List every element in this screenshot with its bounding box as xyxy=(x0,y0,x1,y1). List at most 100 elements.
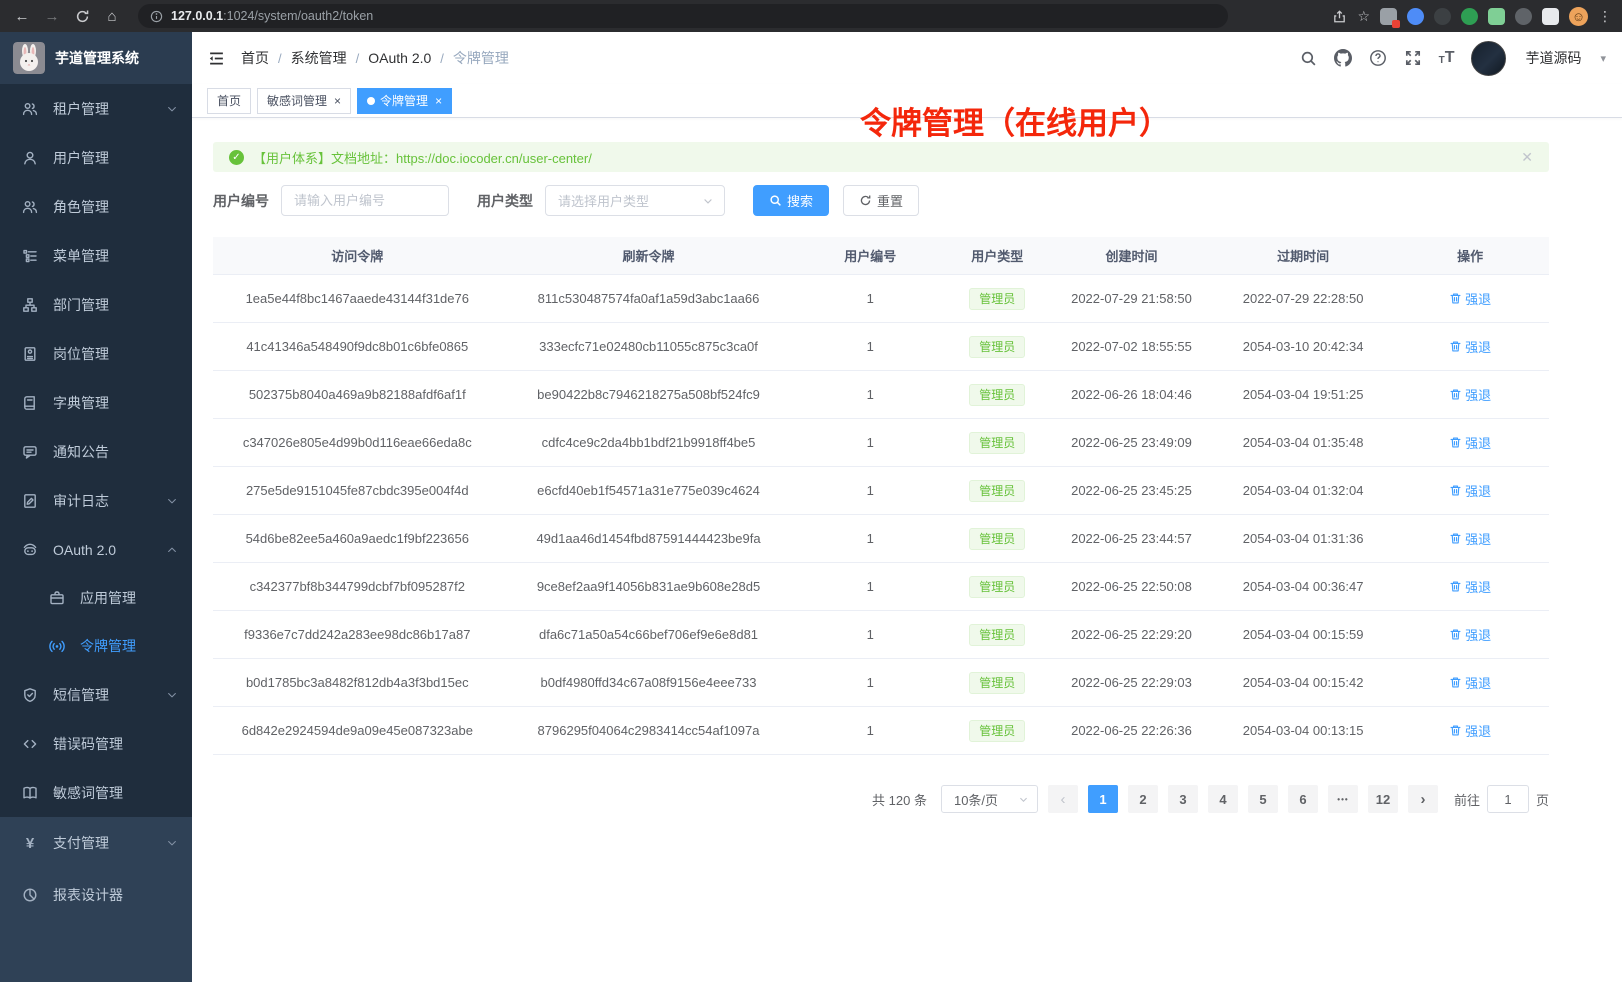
help-icon[interactable] xyxy=(1369,49,1387,67)
force-logout-link[interactable]: 强退 xyxy=(1449,721,1491,740)
page-button-12[interactable]: 12 xyxy=(1368,785,1398,813)
logo-bar[interactable]: 芋道管理系统 xyxy=(0,32,192,84)
refresh-token-cell: be90422b8c7946218275a508bf524fc9 xyxy=(502,387,796,402)
extension-blue-icon[interactable] xyxy=(1407,8,1424,25)
browser-menu-icon[interactable]: ⋮ xyxy=(1598,8,1612,25)
page-button-1[interactable]: 1 xyxy=(1088,785,1118,813)
sidebar-item-menu[interactable]: 菜单管理 xyxy=(0,231,192,280)
sidebar-item-report-designer[interactable]: 报表设计器 xyxy=(0,869,192,921)
create-time-cell: 2022-07-29 21:58:50 xyxy=(1049,291,1213,306)
trash-icon xyxy=(1449,532,1462,545)
breadcrumb-item[interactable]: OAuth 2.0 xyxy=(368,50,431,66)
action-cell: 强退 xyxy=(1393,337,1548,356)
sidebar-item-sensitive-word[interactable]: 敏感词管理 xyxy=(0,768,192,817)
action-label: 强退 xyxy=(1465,673,1491,692)
sidebar-item-label: 令牌管理 xyxy=(80,636,136,656)
prev-page-button[interactable]: ‹ xyxy=(1048,785,1078,813)
browser-forward-icon[interactable]: → xyxy=(40,4,64,28)
user-id-input[interactable] xyxy=(281,185,449,216)
success-check-icon: ✓ xyxy=(229,150,244,165)
total-count: 共 120 条 xyxy=(872,790,927,809)
sidebar-item-post[interactable]: 岗位管理 xyxy=(0,329,192,378)
annotation-title: 令牌管理（在线用户） xyxy=(860,98,1170,143)
extension-badged-icon[interactable] xyxy=(1380,8,1397,25)
search-icon[interactable] xyxy=(1300,50,1317,67)
user-type-badge: 管理员 xyxy=(969,672,1025,694)
trash-icon xyxy=(1449,676,1462,689)
trash-icon xyxy=(1449,292,1462,305)
next-page-button[interactable]: › xyxy=(1408,785,1438,813)
force-logout-link[interactable]: 强退 xyxy=(1449,289,1491,308)
page-button-5[interactable]: 5 xyxy=(1248,785,1278,813)
tab-close-icon[interactable]: × xyxy=(435,95,442,107)
page-button-4[interactable]: 4 xyxy=(1208,785,1238,813)
create-time-cell: 2022-06-25 23:45:25 xyxy=(1049,483,1213,498)
username[interactable]: 芋道源码 xyxy=(1525,48,1581,68)
sidebar-item-dict[interactable]: 字典管理 xyxy=(0,378,192,427)
page-ellipsis-button[interactable]: ••• xyxy=(1328,785,1358,813)
user-type-cell: 管理员 xyxy=(945,432,1049,454)
sidebar-fold-icon[interactable] xyxy=(208,50,225,67)
sidebar-item-label: 错误码管理 xyxy=(53,734,123,754)
extension-green-icon[interactable] xyxy=(1461,8,1478,25)
force-logout-link[interactable]: 强退 xyxy=(1449,577,1491,596)
search-button[interactable]: 搜索 xyxy=(753,185,829,216)
tab-令牌管理[interactable]: 令牌管理× xyxy=(357,88,452,114)
alert-close-icon[interactable]: ✕ xyxy=(1521,149,1533,166)
reset-button[interactable]: 重置 xyxy=(843,185,919,216)
page-button-2[interactable]: 2 xyxy=(1128,785,1158,813)
sidebar-item-audit-log[interactable]: 审计日志 xyxy=(0,476,192,525)
sidebar-item-sms[interactable]: 短信管理 xyxy=(0,670,192,719)
force-logout-link[interactable]: 强退 xyxy=(1449,625,1491,644)
tab-敏感词管理[interactable]: 敏感词管理× xyxy=(257,88,351,114)
user-id-cell: 1 xyxy=(795,435,945,450)
alert-text: 【用户体系】文档地址：https://doc.iocoder.cn/user-c… xyxy=(253,148,592,167)
expire-time-cell: 2054-03-04 01:32:04 xyxy=(1214,483,1393,498)
force-logout-link[interactable]: 强退 xyxy=(1449,481,1491,500)
page-size-select[interactable]: 10条/页 xyxy=(941,785,1038,813)
user-avatar[interactable] xyxy=(1471,41,1506,76)
tab-首页[interactable]: 首页 xyxy=(207,88,251,114)
page-button-3[interactable]: 3 xyxy=(1168,785,1198,813)
browser-home-icon[interactable]: ⌂ xyxy=(100,4,124,28)
page-button-6[interactable]: 6 xyxy=(1288,785,1318,813)
force-logout-link[interactable]: 强退 xyxy=(1449,385,1491,404)
goto-page-input[interactable] xyxy=(1487,785,1529,813)
force-logout-link[interactable]: 强退 xyxy=(1449,673,1491,692)
breadcrumb-item[interactable]: 首页 xyxy=(241,48,269,68)
sidebar-item-role[interactable]: 角色管理 xyxy=(0,182,192,231)
bookmark-star-icon[interactable]: ☆ xyxy=(1357,8,1370,25)
sidebar-item-oauth2-token[interactable]: 令牌管理 xyxy=(0,622,192,670)
extension-puzzle-icon[interactable] xyxy=(1488,8,1505,25)
user-type-select[interactable]: 请选择用户类型 xyxy=(545,185,725,216)
sidebar-item-pay[interactable]: ¥支付管理 xyxy=(0,817,192,869)
tab-close-icon[interactable]: × xyxy=(334,95,341,107)
force-logout-link[interactable]: 强退 xyxy=(1449,529,1491,548)
share-icon[interactable] xyxy=(1332,9,1347,24)
sidebar-item-user[interactable]: 用户管理 xyxy=(0,133,192,182)
browser-back-icon[interactable]: ← xyxy=(10,4,34,28)
action-label: 强退 xyxy=(1465,289,1491,308)
sidebar-item-notice[interactable]: 通知公告 xyxy=(0,427,192,476)
sidebar-item-oauth2[interactable]: OAuth 2.0 xyxy=(0,525,192,574)
force-logout-link[interactable]: 强退 xyxy=(1449,433,1491,452)
sidebar-item-tenant[interactable]: 租户管理 xyxy=(0,84,192,133)
fullscreen-icon[interactable] xyxy=(1404,49,1422,67)
alert-doc-link[interactable]: https://doc.iocoder.cn/user-center/ xyxy=(396,151,592,166)
sidebar-item-dept[interactable]: 部门管理 xyxy=(0,280,192,329)
browser-reload-icon[interactable] xyxy=(70,4,94,28)
sidebar-item-oauth2-app[interactable]: 应用管理 xyxy=(0,574,192,622)
extension-paw-icon[interactable] xyxy=(1515,8,1532,25)
force-logout-link[interactable]: 强退 xyxy=(1449,337,1491,356)
chevron-down-icon[interactable]: ▾ xyxy=(1600,52,1606,65)
browser-profile-avatar[interactable]: ☺ xyxy=(1569,7,1588,26)
font-size-icon[interactable]: TT xyxy=(1439,50,1455,66)
breadcrumb-item[interactable]: 系统管理 xyxy=(291,48,347,68)
side-panel-icon[interactable] xyxy=(1542,8,1559,25)
address-bar[interactable]: 127.0.0.1:1024/system/oauth2/token xyxy=(138,4,1228,28)
sidebar-item-error-code[interactable]: 错误码管理 xyxy=(0,719,192,768)
user-id-cell: 1 xyxy=(795,627,945,642)
site-info-icon[interactable] xyxy=(150,10,163,23)
extension-dark-icon[interactable] xyxy=(1434,8,1451,25)
github-icon[interactable] xyxy=(1334,49,1352,67)
